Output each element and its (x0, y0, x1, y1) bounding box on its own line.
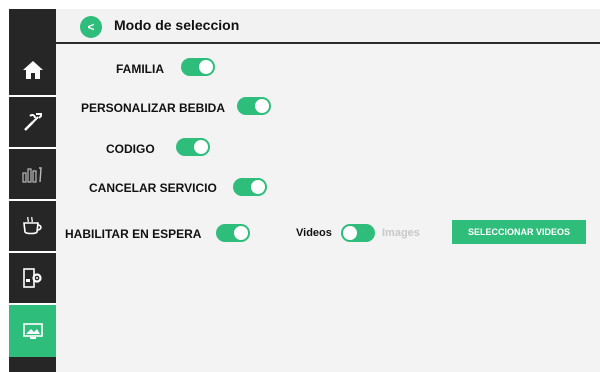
habilitar-en-espera-toggle[interactable] (216, 224, 250, 242)
videos-label: Videos (296, 227, 332, 239)
stats-icon (21, 167, 42, 183)
toggle-knob (255, 99, 269, 113)
wrench-icon (23, 113, 42, 131)
images-label: Images (382, 227, 420, 239)
familia-label: FAMILIA (116, 62, 164, 76)
settings-panel: FAMILIA PERSONALIZAR BEBIDA CODIGO CANCE… (56, 44, 600, 372)
page-title: Modo de seleccion (114, 17, 240, 33)
sidebar-item-beverages[interactable] (9, 201, 56, 253)
back-button[interactable]: < (80, 16, 102, 38)
codigo-label: CODIGO (106, 142, 155, 156)
habilitar-en-espera-label: HABILITAR EN ESPERA (65, 227, 202, 241)
coffee-cup-icon (22, 216, 42, 235)
personalizar-bebida-toggle[interactable] (237, 97, 271, 115)
toggle-knob (194, 140, 208, 154)
sidebar-item-display[interactable] (9, 305, 56, 357)
select-videos-button[interactable]: SELECCIONAR VIDEOS (452, 220, 586, 244)
sidebar-item-machine-settings[interactable] (9, 253, 56, 305)
sidebar-item-maintenance[interactable] (9, 97, 56, 149)
sidebar-item-stats[interactable] (9, 149, 56, 201)
cancelar-servicio-toggle[interactable] (233, 178, 267, 196)
toggle-knob (234, 226, 248, 240)
display-icon (22, 323, 43, 339)
cancelar-servicio-label: CANCELAR SERVICIO (89, 181, 217, 195)
toggle-knob (343, 226, 357, 240)
header-bar: < Modo de seleccion (56, 9, 600, 44)
home-icon (22, 61, 43, 79)
personalizar-bebida-label: PERSONALIZAR BEBIDA (81, 101, 226, 115)
toggle-knob (199, 60, 213, 74)
toggle-knob (251, 180, 265, 194)
sidebar-item-home[interactable] (9, 45, 56, 97)
familia-toggle[interactable] (181, 58, 215, 76)
machine-settings-icon (22, 268, 42, 288)
videos-images-toggle[interactable] (341, 224, 375, 242)
sidebar (9, 9, 56, 372)
codigo-toggle[interactable] (176, 138, 210, 156)
